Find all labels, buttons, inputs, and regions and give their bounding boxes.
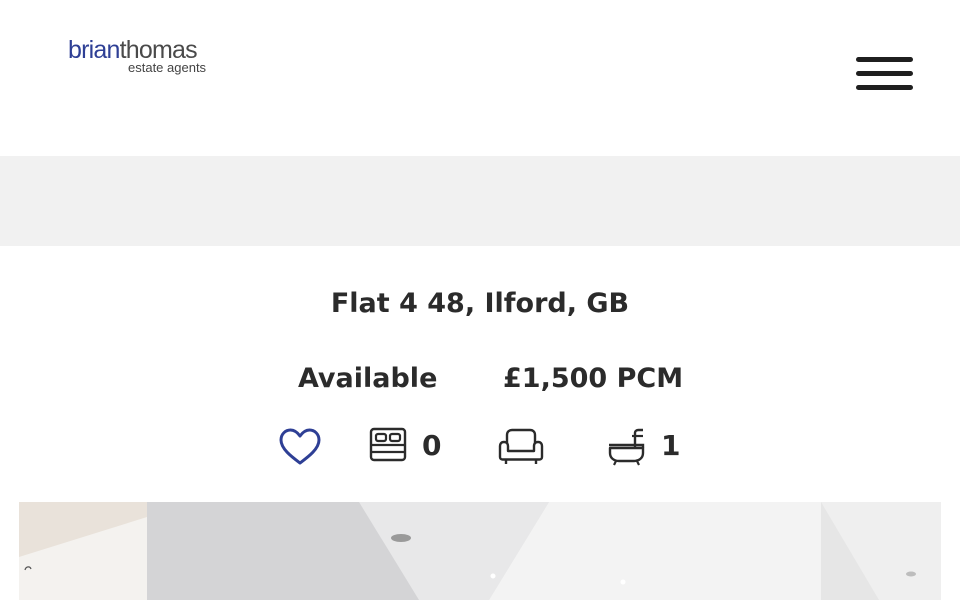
property-photo[interactable] (19, 502, 941, 600)
bathtub-icon (608, 428, 645, 466)
armchair-icon (498, 428, 544, 464)
bathroom-count: 1 (661, 429, 681, 462)
heart-icon[interactable] (278, 427, 322, 467)
brand-logo[interactable]: brianthomas estate agents (68, 36, 208, 80)
hamburger-menu-icon[interactable] (852, 52, 918, 96)
rental-price: £1,500 PCM (503, 363, 684, 394)
site-header: brianthomas estate agents (0, 0, 960, 156)
bed-icon (369, 427, 407, 462)
property-title: Flat 4 48, Ilford, GB (330, 288, 630, 319)
availability-status: Available (298, 363, 438, 394)
banner-band (0, 156, 960, 246)
photo-illustration (19, 502, 941, 600)
logo-tagline: estate agents (128, 60, 207, 75)
bedroom-count: 0 (422, 429, 442, 462)
